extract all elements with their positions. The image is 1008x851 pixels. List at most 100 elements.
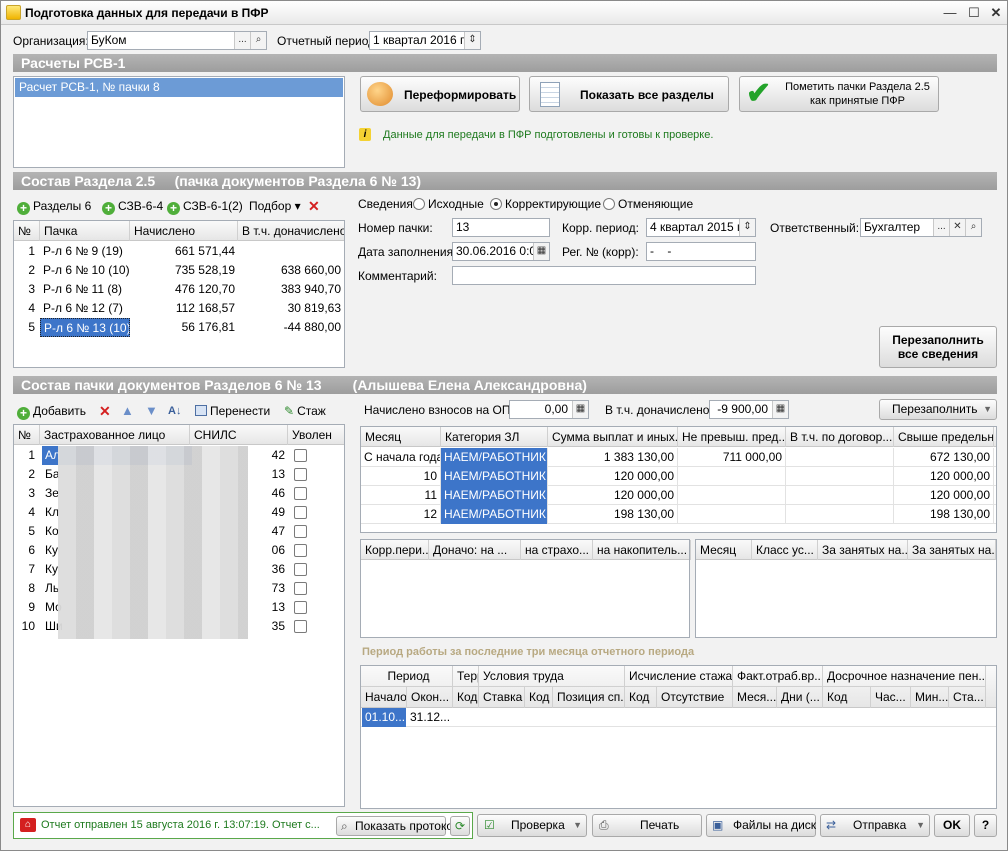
- delete-icon[interactable]: ✕: [99, 402, 111, 420]
- table-row[interactable]: 11 НАЕМ/РАБОТНИК 120 000,00 120 000,00: [361, 486, 996, 505]
- select-button[interactable]: ...: [933, 219, 949, 236]
- help-button[interactable]: ?: [974, 814, 997, 837]
- radio-icon: [413, 198, 425, 210]
- row-nachisleno: 56 176,81: [181, 320, 235, 334]
- row-num: 10: [21, 619, 35, 633]
- pay-cell: [786, 505, 894, 524]
- period-field[interactable]: 1 квартал 2016 г. ⇕: [369, 31, 481, 50]
- period-group-col: Террито...: [453, 666, 479, 687]
- org-select-button[interactable]: ...: [234, 32, 250, 49]
- send-button[interactable]: ⇄ Отправка ▼: [820, 814, 930, 837]
- sort-icon[interactable]: A↓: [168, 402, 181, 420]
- refill-all-button[interactable]: Перезаполнить все сведения: [879, 326, 997, 368]
- korr-table: Корр.пери... Доначо: на ... на страхо... на…: [360, 539, 691, 638]
- rsv-list[interactable]: Расчет РСВ-1, № пачки 8: [13, 76, 345, 168]
- close-icon[interactable]: ✕: [987, 4, 1005, 22]
- search-icon[interactable]: ⌕: [250, 32, 266, 49]
- uvolen-checkbox[interactable]: [294, 525, 307, 538]
- table-row[interactable]: 12 НАЕМ/РАБОТНИК 198 130,00 198 130,00: [361, 505, 996, 524]
- radio-korrektiruyushchie[interactable]: Корректирующие: [490, 197, 601, 211]
- period-group-col: Досрочное назначение пен...: [823, 666, 986, 687]
- calculator-icon[interactable]: ▦: [772, 401, 788, 418]
- minimize-icon[interactable]: —: [941, 4, 959, 22]
- uvolen-checkbox[interactable]: [294, 449, 307, 462]
- move-down-icon[interactable]: ▼: [145, 402, 158, 420]
- move-button[interactable]: Перенести: [195, 402, 270, 420]
- table-row[interactable]: 1 Р-л 6 № 9 (19) 661 571,44: [14, 242, 344, 261]
- maximize-icon[interactable]: ☐: [965, 4, 983, 22]
- pay-col: В т.ч. по договор...: [786, 427, 894, 447]
- reg-field[interactable]: - -: [646, 242, 756, 261]
- org-label: Организация:: [13, 34, 89, 48]
- period-sub-col: Код: [823, 687, 871, 708]
- table-row[interactable]: 10 НАЕМ/РАБОТНИК 120 000,00 120 000,00: [361, 467, 996, 486]
- clear-icon[interactable]: ✕: [949, 219, 965, 236]
- search-icon[interactable]: ⌕: [965, 219, 981, 236]
- korr-field[interactable]: 4 квартал 2015 г. ⇕: [646, 218, 756, 237]
- month-col: За занятых на...: [818, 540, 908, 560]
- files-button[interactable]: ▣ Файлы на диск: [706, 814, 816, 837]
- uvolen-checkbox[interactable]: [294, 506, 307, 519]
- table-row[interactable]: 3 Р-л 6 № 11 (8) 476 120,70 383 940,70: [14, 280, 344, 299]
- refresh-icon[interactable]: ⟳: [450, 816, 470, 836]
- date-field[interactable]: 30.06.2016 0:00 ▦: [452, 242, 550, 261]
- delete-icon[interactable]: ✕: [308, 197, 320, 215]
- period-sub-col: Код: [625, 687, 657, 708]
- status-bar: ⌂ Отчет отправлен 15 августа 2016 г. 13:…: [13, 812, 473, 839]
- title-bar: Подготовка данных для передачи в ПФР — ☐…: [1, 1, 1007, 25]
- uvolen-checkbox[interactable]: [294, 544, 307, 557]
- rsv-list-item[interactable]: Расчет РСВ-1, № пачки 8: [15, 78, 343, 97]
- show-protocol-button[interactable]: ⌕ Показать протокол: [336, 816, 460, 836]
- szv612-button[interactable]: + СЗВ-6-1(2): [167, 197, 243, 215]
- ops-field[interactable]: 0,00 ▦: [509, 400, 589, 419]
- uvolen-checkbox[interactable]: [294, 620, 307, 633]
- print-button[interactable]: ⎙ Печать: [592, 814, 702, 837]
- pay-col: Категория ЗЛ: [441, 427, 548, 447]
- razdely-button[interactable]: + Разделы 6: [17, 197, 91, 215]
- refill-button[interactable]: Перезаполнить ▼: [879, 399, 997, 420]
- uvolen-checkbox[interactable]: [294, 582, 307, 595]
- uvolen-checkbox[interactable]: [294, 563, 307, 576]
- row-pachka: Р-л 6 № 11 (8): [43, 282, 123, 296]
- szv64-button[interactable]: + СЗВ-6-4: [102, 197, 163, 215]
- ok-button[interactable]: OK: [934, 814, 970, 837]
- spin-icon[interactable]: ⇕: [464, 32, 480, 49]
- calculator-icon[interactable]: ▦: [572, 401, 588, 418]
- row-donachisleno: 383 940,70: [280, 282, 341, 296]
- podbor-button[interactable]: Подбор ▾: [249, 197, 301, 215]
- period-sub-col: Дни (...: [777, 687, 823, 708]
- org-field[interactable]: БуКом ... ⌕: [87, 31, 267, 50]
- uvolen-checkbox[interactable]: [294, 601, 307, 614]
- reform-button[interactable]: Переформировать: [360, 76, 520, 112]
- spin-icon[interactable]: ⇕: [739, 219, 755, 236]
- stazh-button[interactable]: ✎ Стаж: [284, 402, 326, 420]
- calendar-icon[interactable]: ▦: [533, 243, 549, 260]
- disk-icon: ▣: [712, 818, 724, 832]
- table-row-selected[interactable]: 5 Р-л 6 № 13 (10) 56 176,81 -44 880,00: [14, 318, 344, 337]
- table-row[interactable]: С начала года НАЕМ/РАБОТНИК 1 383 130,00 71…: [361, 448, 996, 467]
- radio-korr-label: Корректирующие: [505, 197, 602, 211]
- don-field[interactable]: -9 900,00 ▦: [709, 400, 789, 419]
- pay-col: Сумма выплат и иных...: [548, 427, 678, 447]
- comment-field[interactable]: [452, 266, 756, 285]
- pay-cell: [678, 486, 786, 505]
- month-col: За занятых на...: [908, 540, 996, 560]
- window-title: Подготовка данных для передачи в ПФР: [25, 6, 269, 20]
- radio-otmenyayushchie[interactable]: Отменяющие: [603, 197, 693, 211]
- table-row[interactable]: 01.10... 31.12...: [361, 708, 996, 727]
- show-all-button[interactable]: Показать все разделы: [529, 76, 729, 112]
- check-button[interactable]: ☑ Проверка ▼: [477, 814, 587, 837]
- period-end: 31.12...: [410, 710, 451, 724]
- radio-ishodnye[interactable]: Исходные: [413, 197, 484, 211]
- mark-accepted-button[interactable]: ✔ Пометить пачки Раздела 2.5 как приняты…: [739, 76, 939, 112]
- otv-field[interactable]: Бухгалтер ... ✕ ⌕: [860, 218, 982, 237]
- pay-cell: НАЕМ/РАБОТНИК: [441, 486, 548, 505]
- uvolen-checkbox[interactable]: [294, 487, 307, 500]
- nomer-field[interactable]: 13: [452, 218, 550, 237]
- table-row[interactable]: 4 Р-л 6 № 12 (7) 112 168,57 30 819,63: [14, 299, 344, 318]
- move-up-icon[interactable]: ▲: [121, 402, 134, 420]
- uvolen-checkbox[interactable]: [294, 468, 307, 481]
- table-row[interactable]: 2 Р-л 6 № 10 (10) 735 528,19 638 660,00: [14, 261, 344, 280]
- period-table: ПериодТеррито...Условия трудаИсчисление …: [360, 665, 997, 809]
- add-button[interactable]: + Добавить: [17, 402, 86, 420]
